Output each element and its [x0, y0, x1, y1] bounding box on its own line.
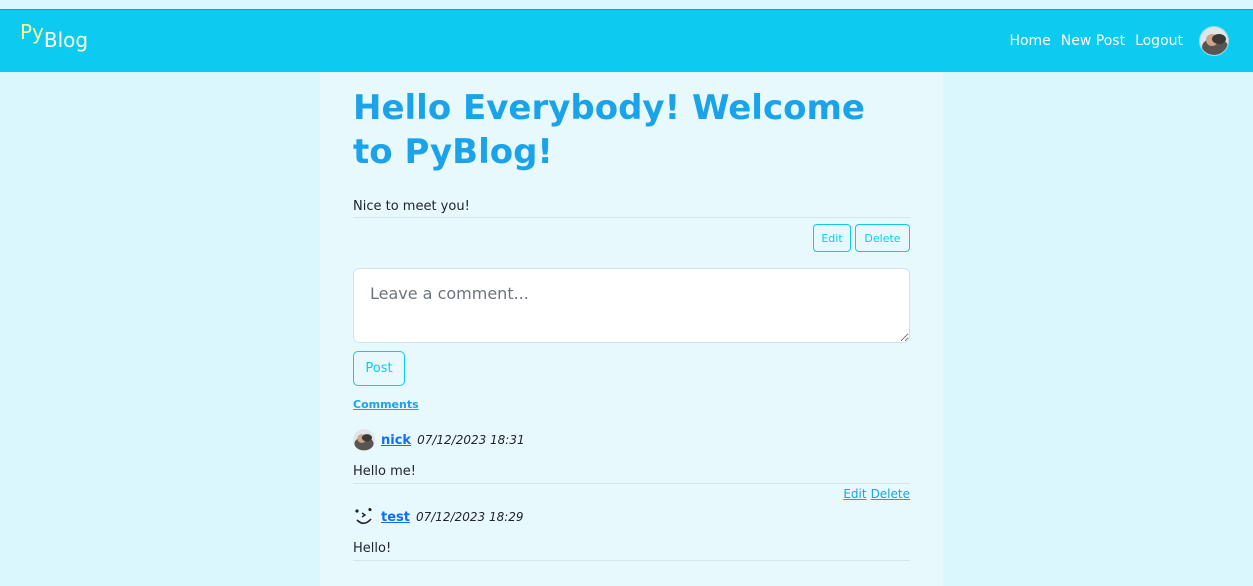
comment-header: nick 07/12/2023 18:31 — [353, 429, 525, 451]
post-title: Hello Everybody! Welcome to PyBlog! — [353, 88, 865, 172]
edit-comment-link[interactable]: Edit — [843, 487, 866, 501]
nav-logout-link[interactable]: Logout — [1135, 33, 1183, 49]
comment-actions: Edit Delete — [843, 487, 910, 501]
delete-comment-link[interactable]: Delete — [871, 487, 910, 501]
comment-date: 07/12/2023 18:31 — [417, 433, 525, 447]
brand-logo[interactable]: PyBlog — [20, 20, 88, 50]
nav-new-post-link[interactable]: New Post — [1061, 33, 1125, 49]
nav-home-link[interactable]: Home — [1009, 33, 1050, 49]
user-avatar-icon — [353, 429, 375, 451]
navbar: PyBlog Home New Post Logout — [0, 9, 1253, 72]
post-comment-button[interactable]: Post — [353, 351, 405, 386]
comment-author-link[interactable]: test — [381, 510, 410, 525]
brand-blog: Blog — [43, 28, 89, 52]
post-body: Nice to meet you! — [353, 199, 470, 214]
nav-links: Home New Post Logout — [1009, 26, 1229, 56]
comment-date: 07/12/2023 18:29 — [415, 510, 524, 524]
edit-post-button[interactable]: Edit — [813, 224, 851, 252]
comment-text: Hello! — [353, 541, 392, 556]
comment-header: test 07/12/2023 18:29 — [353, 506, 524, 528]
divider — [353, 217, 910, 218]
brand-py: Py — [20, 20, 44, 44]
comment-author-link[interactable]: nick — [381, 433, 411, 448]
main-content: Hello Everybody! Welcome to PyBlog! Nice… — [320, 72, 943, 586]
divider — [353, 483, 910, 484]
user-avatar-icon[interactable] — [1199, 26, 1229, 56]
delete-post-button[interactable]: Delete — [855, 224, 910, 252]
comment-text: Hello me! — [353, 464, 416, 479]
smiley-face-avatar-icon — [353, 506, 375, 528]
comment-input[interactable] — [353, 268, 910, 343]
comments-heading-link[interactable]: Comments — [353, 398, 419, 411]
divider — [353, 560, 910, 561]
